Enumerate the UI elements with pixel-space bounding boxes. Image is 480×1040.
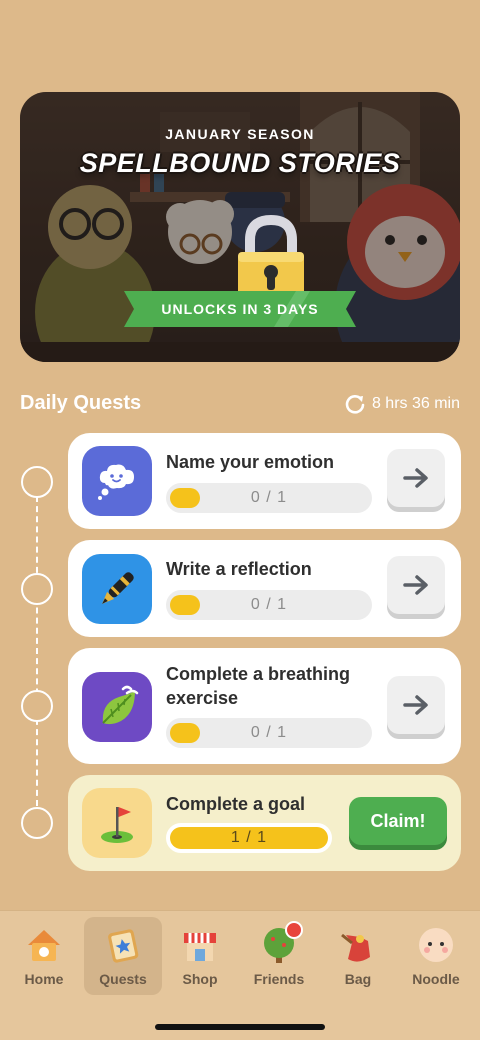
- go-to-quest-button[interactable]: [387, 449, 445, 507]
- leaf-wind-icon: [82, 672, 152, 742]
- season-eyebrow: JANUARY SEASON: [165, 126, 315, 142]
- arrow-right-icon: [403, 575, 428, 595]
- bag-icon: [338, 925, 378, 965]
- quest-progress-bar: 0 / 1: [166, 483, 372, 513]
- timeline-dot: [21, 807, 53, 839]
- tab-quests[interactable]: Quests: [84, 917, 162, 995]
- quest-reset-timer: 8 hrs 36 min: [344, 393, 460, 415]
- quest-card-name-emotion[interactable]: Name your emotion 0 / 1: [68, 433, 461, 529]
- tab-label: Shop: [182, 971, 218, 987]
- go-to-quest-button[interactable]: [387, 556, 445, 614]
- shop-icon: [180, 925, 220, 965]
- bottom-nav: Home Quests Shop Friends Bag Noodle: [0, 910, 480, 1040]
- timeline-dot: [21, 573, 53, 605]
- golf-flag-icon: [82, 788, 152, 858]
- unlock-countdown: UNLOCKS IN 3 DAYS: [161, 301, 319, 317]
- notification-badge: [285, 921, 303, 939]
- tab-noodle[interactable]: Noodle: [397, 917, 475, 995]
- quest-progress-bar: 0 / 1: [166, 718, 372, 748]
- quest-book-icon: [103, 925, 143, 965]
- quest-title: Complete a breathing exercise: [166, 664, 351, 708]
- house-icon: [24, 925, 64, 965]
- daily-quests-title: Daily Quests: [20, 392, 142, 414]
- progress-count: 1 / 1: [230, 829, 268, 846]
- tab-friends[interactable]: Friends: [240, 917, 318, 995]
- unlock-ribbon: UNLOCKS IN 3 DAYS: [124, 291, 356, 327]
- progress-count: 0 / 1: [250, 596, 288, 613]
- home-indicator: [155, 1024, 325, 1030]
- quest-title: Write a reflection: [166, 559, 312, 579]
- arrow-right-icon: [403, 468, 428, 488]
- go-to-quest-button[interactable]: [387, 676, 445, 734]
- timeline-line: [36, 496, 38, 806]
- quest-progress-bar: 0 / 1: [166, 590, 372, 620]
- tab-label: Home: [24, 971, 64, 987]
- tab-shop[interactable]: Shop: [161, 917, 239, 995]
- tab-label: Quests: [99, 971, 147, 987]
- tab-bag[interactable]: Bag: [319, 917, 397, 995]
- timeline-dot: [21, 690, 53, 722]
- season-title: SPELLBOUND STORIES: [79, 148, 401, 178]
- tab-label: Noodle: [412, 971, 460, 987]
- pen-icon: [82, 554, 152, 624]
- progress-count: 0 / 1: [250, 489, 288, 506]
- quest-progress-bar: 1 / 1: [166, 823, 332, 853]
- tab-label: Bag: [344, 971, 372, 987]
- timeline-dot: [21, 466, 53, 498]
- tab-home[interactable]: Home: [5, 917, 83, 995]
- claim-reward-button[interactable]: Claim!: [349, 797, 447, 845]
- quest-card-breathing-exercise[interactable]: Complete a breathing exercise 0 / 1: [68, 648, 461, 764]
- pet-face-icon: [416, 925, 456, 965]
- tree-icon: [259, 921, 303, 965]
- quest-card-write-reflection[interactable]: Write a reflection 0 / 1: [68, 540, 461, 637]
- timer-text: 8 hrs 36 min: [371, 395, 460, 412]
- thought-bubble-icon: [82, 446, 152, 516]
- progress-count: 0 / 1: [250, 724, 288, 741]
- quest-title: Name your emotion: [166, 452, 335, 472]
- arrow-right-icon: [403, 695, 428, 715]
- tab-label: Friends: [253, 971, 305, 987]
- refresh-icon: [345, 395, 365, 414]
- season-banner[interactable]: JANUARY SEASON SPELLBOUND STORIES UNLOCK…: [20, 92, 460, 362]
- quest-card-complete-goal[interactable]: Complete a goal 1 / 1 Claim!: [68, 775, 461, 871]
